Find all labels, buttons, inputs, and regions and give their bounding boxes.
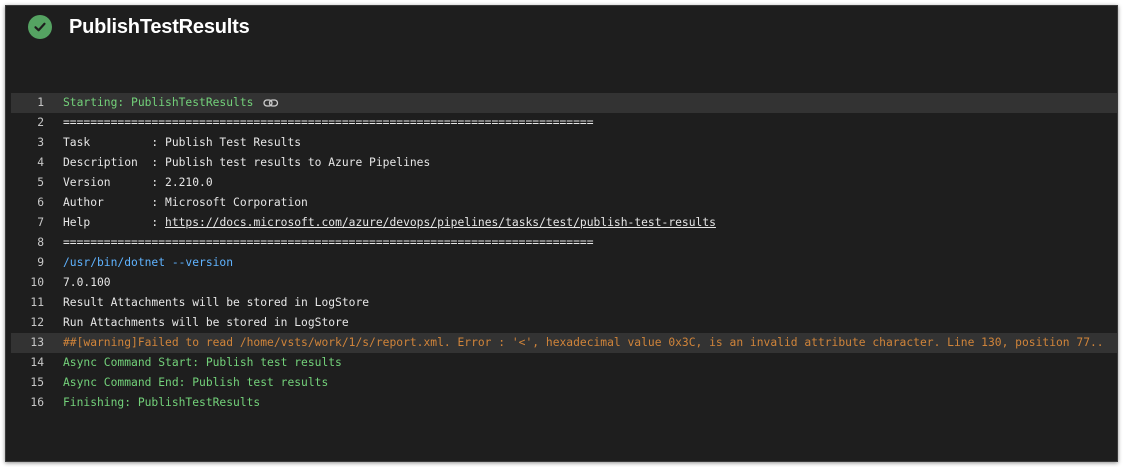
help-label: Help :: [63, 216, 166, 229]
log-text: ========================================…: [63, 116, 594, 129]
line-number: 16: [30, 396, 44, 409]
log-text: /usr/bin/dotnet --version: [63, 256, 234, 269]
log-line[interactable]: 12 Run Attachments will be stored in Log…: [11, 313, 1117, 333]
log-text: 7.0.100: [63, 276, 111, 289]
log-text: Run Attachments will be stored in LogSto…: [63, 316, 349, 329]
log-text: Async Command Start: Publish test result…: [63, 356, 342, 369]
log-line[interactable]: 7 Help : https://docs.microsoft.com/azur…: [11, 213, 1117, 233]
log-text: Starting: PublishTestResults: [63, 96, 254, 109]
page-title: PublishTestResults: [69, 15, 250, 38]
log-text: Help : https://docs.microsoft.com/azure/…: [63, 213, 716, 233]
log-line[interactable]: 16 Finishing: PublishTestResults: [11, 393, 1117, 413]
line-number: 13: [30, 336, 44, 349]
log-text: Result Attachments will be stored in Log…: [63, 296, 370, 309]
line-number: 5: [37, 176, 44, 189]
log-text: Task : Publish Test Results: [63, 136, 302, 149]
line-number: 12: [30, 316, 44, 329]
log-text: Async Command End: Publish test results: [63, 376, 329, 389]
line-number: 14: [30, 356, 44, 369]
log-text: Finishing: PublishTestResults: [63, 396, 261, 409]
log-line[interactable]: 9 /usr/bin/dotnet --version: [11, 253, 1117, 273]
log-line[interactable]: 5 Version : 2.210.0: [11, 173, 1117, 193]
line-number: 6: [37, 196, 44, 209]
log-line[interactable]: 2 ======================================…: [11, 113, 1117, 133]
log-text: ========================================…: [63, 236, 594, 249]
log-line[interactable]: 6 Author : Microsoft Corporation: [11, 193, 1117, 213]
line-number: 1: [37, 96, 44, 109]
log-line[interactable]: 1 Starting: PublishTestResults: [11, 93, 1117, 113]
log-line[interactable]: 14 Async Command Start: Publish test res…: [11, 353, 1117, 373]
line-number: 7: [37, 216, 44, 229]
line-number: 10: [30, 276, 44, 289]
line-number: 2: [37, 116, 44, 129]
line-number: 8: [37, 236, 44, 249]
log-text-warning: ##[warning]Failed to read /home/vsts/wor…: [63, 336, 1104, 349]
log-text: Description : Publish test results to Az…: [63, 156, 431, 169]
check-circle-icon: [28, 15, 52, 39]
log-line[interactable]: 11 Result Attachments will be stored in …: [11, 293, 1117, 313]
task-header: PublishTestResults: [28, 15, 250, 39]
log-line[interactable]: 3 Task : Publish Test Results: [11, 133, 1117, 153]
log-output: 1 Starting: PublishTestResults 2 =======…: [11, 93, 1117, 413]
log-text: Author : Microsoft Corporation: [63, 196, 308, 209]
line-number: 15: [30, 376, 44, 389]
line-number: 3: [37, 136, 44, 149]
log-line[interactable]: 15 Async Command End: Publish test resul…: [11, 373, 1117, 393]
help-link[interactable]: https://docs.microsoft.com/azure/devops/…: [165, 216, 716, 229]
log-line[interactable]: 10 7.0.100: [11, 273, 1117, 293]
link-icon[interactable]: [263, 97, 279, 109]
log-text: Version : 2.210.0: [63, 176, 213, 189]
log-line[interactable]: 8 ======================================…: [11, 233, 1117, 253]
line-number: 4: [37, 156, 44, 169]
log-panel: PublishTestResults 1 Starting: PublishTe…: [5, 5, 1118, 462]
log-line[interactable]: 4 Description : Publish test results to …: [11, 153, 1117, 173]
line-number: 9: [37, 256, 44, 269]
log-line-warning[interactable]: 13 ##[warning]Failed to read /home/vsts/…: [11, 333, 1117, 353]
line-number: 11: [30, 296, 44, 309]
